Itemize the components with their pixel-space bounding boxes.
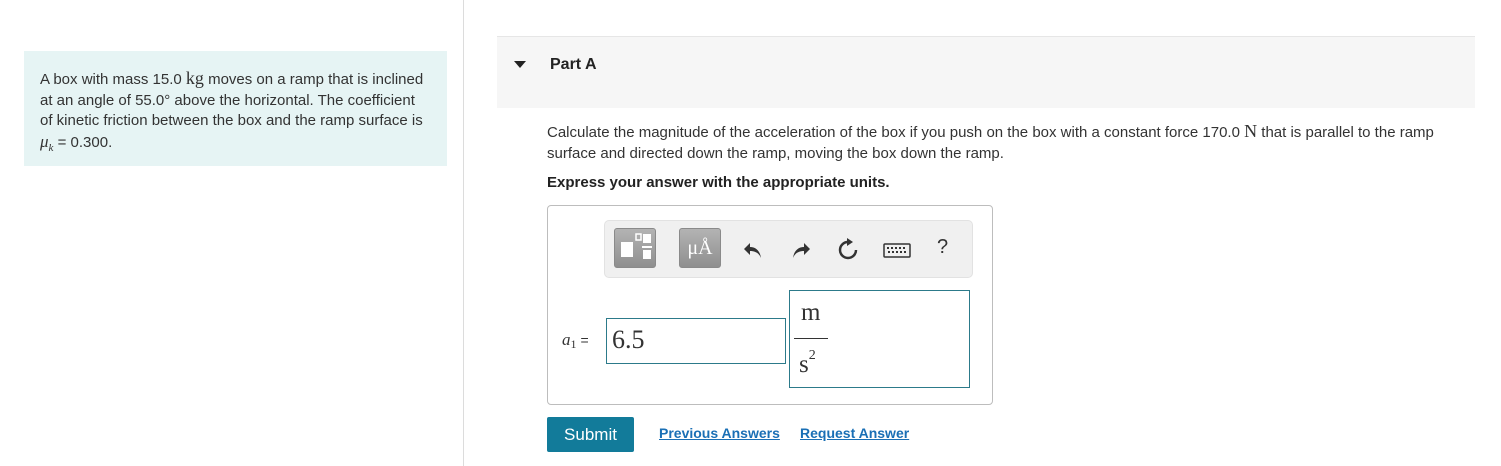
unit-denominator-base: s [799, 351, 809, 378]
variable-symbol: a [562, 330, 571, 349]
answer-panel: μÅ ? a1 = 6.5 m s2 [547, 205, 993, 405]
problem-statement: A box with mass 15.0 kg moves on a ramp … [24, 51, 447, 166]
reset-icon[interactable] [836, 238, 860, 262]
problem-text-3: = 0.300. [53, 133, 113, 151]
help-icon[interactable]: ? [937, 236, 948, 259]
math-toolbar: μÅ ? [604, 220, 973, 278]
units-icon[interactable]: μÅ [679, 228, 721, 268]
problem-text-1: A box with mass 15.0 [40, 71, 186, 88]
column-divider [463, 0, 464, 466]
equals-sign: = [580, 332, 589, 348]
templates-icon[interactable] [614, 228, 656, 268]
redo-icon[interactable] [789, 238, 813, 262]
question-text-1: Calculate the magnitude of the accelerat… [547, 124, 1245, 141]
unit-fraction-bar [794, 338, 828, 339]
part-title: Part A [550, 56, 597, 73]
unit-numerator: m [801, 299, 821, 326]
variable-label: a1 = [562, 330, 589, 352]
part-header[interactable]: Part A [497, 36, 1475, 108]
submit-button[interactable]: Submit [547, 417, 634, 452]
request-answer-link[interactable]: Request Answer [800, 425, 909, 441]
answer-instruction: Express your answer with the appropriate… [547, 174, 890, 191]
mu-symbol: μ [40, 131, 49, 151]
undo-icon[interactable] [741, 238, 765, 262]
force-unit: N [1244, 121, 1258, 141]
keyboard-icon[interactable] [883, 238, 911, 262]
answer-unit-input[interactable]: m s2 [789, 290, 970, 388]
previous-answers-link[interactable]: Previous Answers [659, 425, 780, 441]
unit-denominator: s2 [799, 347, 816, 379]
answer-value-input[interactable]: 6.5 [606, 318, 786, 364]
unit-power: 2 [808, 347, 816, 363]
question-text: Calculate the magnitude of the accelerat… [547, 121, 1477, 164]
variable-subscript: 1 [570, 337, 577, 351]
mass-unit: kg [185, 68, 204, 88]
collapse-caret-icon[interactable] [514, 61, 526, 68]
